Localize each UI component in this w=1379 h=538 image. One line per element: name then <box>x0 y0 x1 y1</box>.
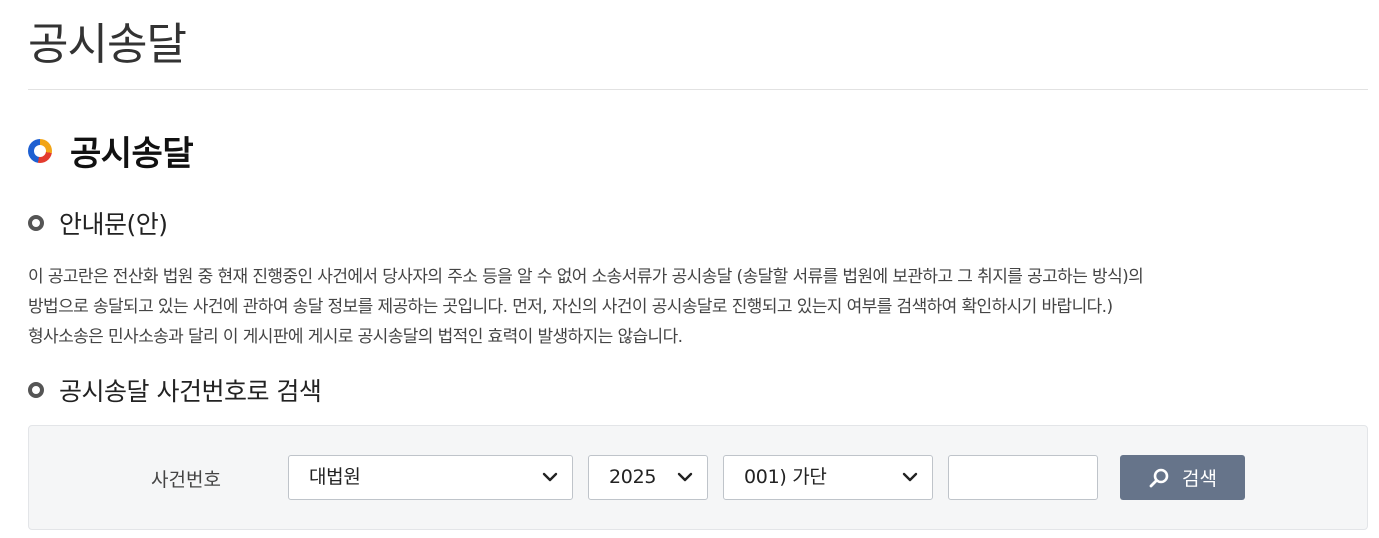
search-button[interactable]: 검색 <box>1120 455 1245 500</box>
case-number-input[interactable] <box>948 455 1098 500</box>
case-number-label: 사건번호 <box>151 469 221 491</box>
guide-line: 방법으로 송달되고 있는 사건에 관하여 송달 정보를 제공하는 곳입니다. 먼… <box>28 297 1113 317</box>
circle-bullet-icon <box>28 382 44 398</box>
chevron-down-icon <box>902 472 918 482</box>
guide-line: 이 공고란은 전산화 법원 중 현재 진행중인 사건에서 당사자의 주소 등을 … <box>28 267 1144 287</box>
court-select[interactable]: 대법원 <box>288 455 573 500</box>
court-select-value: 대법원 <box>309 466 361 488</box>
section-title: 공시송달 <box>70 134 194 174</box>
case-type-select[interactable]: 001) 가단 <box>723 455 933 500</box>
search-icon <box>1149 468 1169 487</box>
guide-header: 안내문(안) <box>28 205 168 241</box>
guide-text: 이 공고란은 전산화 법원 중 현재 진행중인 사건에서 당사자의 주소 등을 … <box>28 262 1368 352</box>
ring-icon <box>28 138 52 163</box>
case-type-select-value: 001) 가단 <box>744 466 827 488</box>
title-divider <box>28 89 1368 90</box>
section-header: 공시송달 <box>28 126 194 175</box>
chevron-down-icon <box>677 472 693 482</box>
guide-line: 형사소송은 민사소송과 달리 이 게시판에 게시로 공시송달의 법적인 효력이 … <box>28 327 683 347</box>
page-title: 공시송달 <box>28 19 187 70</box>
search-button-label: 검색 <box>1182 468 1217 490</box>
year-select[interactable]: 2025 <box>588 455 708 500</box>
search-header: 공시송달 사건번호로 검색 <box>28 372 322 408</box>
year-select-value: 2025 <box>609 466 657 488</box>
chevron-down-icon <box>542 472 558 482</box>
search-panel: 사건번호 대법원 2025 001) 가단 검색 <box>28 425 1368 530</box>
search-title: 공시송달 사건번호로 검색 <box>59 377 322 406</box>
circle-bullet-icon <box>28 215 44 231</box>
guide-title: 안내문(안) <box>59 210 168 239</box>
